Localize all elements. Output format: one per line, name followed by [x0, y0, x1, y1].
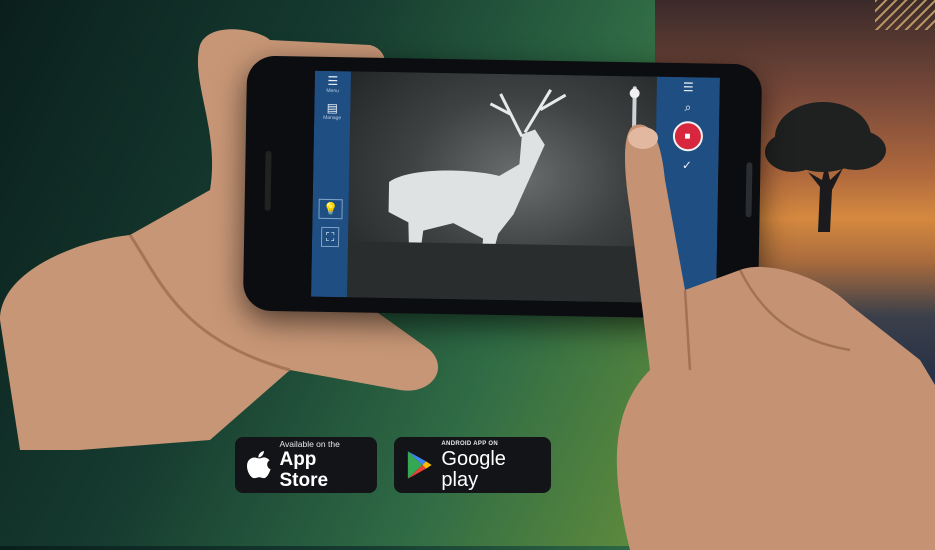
- app-store-badge[interactable]: Available on the App Store: [235, 437, 377, 493]
- menu-label: Menu: [326, 87, 339, 95]
- hamburger-icon: ☰: [327, 73, 339, 89]
- lightbulb-icon: 💡: [322, 201, 339, 217]
- phone-speaker: [264, 150, 272, 211]
- manage-button[interactable]: ▤ Manage: [323, 100, 342, 122]
- google-play-big-text: Google play: [441, 448, 506, 491]
- app-store-big-text: App Store: [279, 449, 329, 491]
- left-toolbar: ☰ Menu ▤ Manage 💡 ⛶: [311, 70, 352, 298]
- film-icon: ▤: [326, 100, 339, 116]
- right-hand: [616, 124, 935, 550]
- menu-button[interactable]: ☰ Menu: [326, 73, 339, 95]
- app-store-small-text: Available on the: [279, 439, 340, 449]
- apple-logo-icon: [247, 450, 271, 479]
- fullscreen-icon: ⛶: [325, 229, 335, 245]
- ir-light-button[interactable]: 💡: [317, 198, 344, 220]
- decorative-stripes: [875, 0, 935, 30]
- google-play-badge[interactable]: ANDROID APP ON Google play: [394, 437, 551, 493]
- google-play-icon: [407, 451, 432, 479]
- hamburger-icon: ☰: [682, 80, 694, 95]
- fullscreen-button[interactable]: ⛶: [320, 226, 340, 248]
- settings-menu-button[interactable]: ☰: [682, 80, 694, 95]
- manage-label: Manage: [323, 114, 342, 122]
